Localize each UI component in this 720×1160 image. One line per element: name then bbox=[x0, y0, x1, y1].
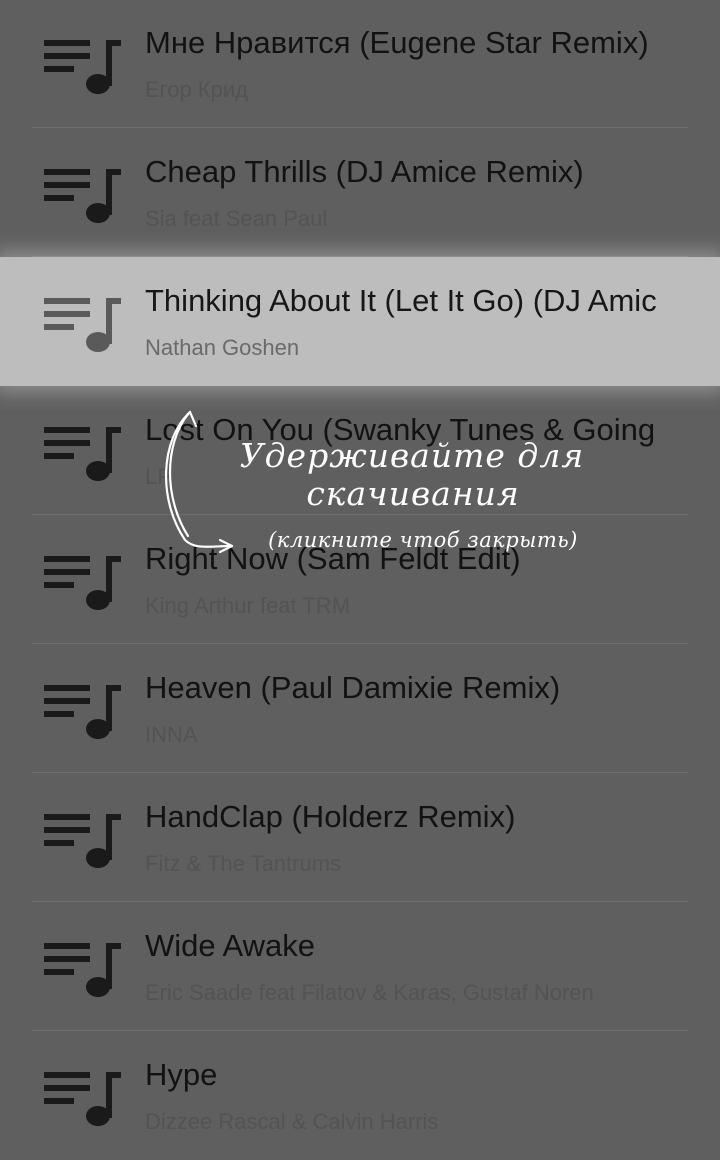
track-row-highlighted[interactable]: Thinking About It (Let It Go) (DJ Amice … bbox=[0, 257, 720, 386]
track-title: Мне Нравится (Eugene Star Remix) bbox=[145, 25, 649, 60]
playlist-music-icon bbox=[44, 1072, 121, 1126]
track-row[interactable]: Wide Awake Eric Saade feat Filatov & Kar… bbox=[0, 902, 720, 1031]
track-title: Wide Awake bbox=[145, 928, 316, 963]
track-artist: Eric Saade feat Filatov & Karas, Gustaf … bbox=[145, 980, 594, 1005]
track-artist: INNA bbox=[145, 722, 198, 747]
track-row[interactable]: Cheap Thrills (DJ Amice Remix) Sia feat … bbox=[0, 128, 720, 257]
track-artist: King Arthur feat TRM bbox=[145, 593, 351, 618]
track-row[interactable]: Мне Нравится (Eugene Star Remix) Егор Кр… bbox=[0, 0, 720, 128]
track-artist: Егор Крид bbox=[145, 77, 248, 102]
playlist-music-icon bbox=[44, 427, 121, 481]
playlist-music-icon bbox=[44, 298, 121, 352]
playlist-music-icon bbox=[44, 556, 121, 610]
track-artist: LP bbox=[145, 464, 172, 489]
track-artist: Sia feat Sean Paul bbox=[145, 206, 328, 231]
playlist-music-icon bbox=[44, 169, 121, 223]
track-title: Lost On You (Swanky Tunes & Going Deeper… bbox=[145, 412, 657, 447]
track-title: HandClap (Holderz Remix) bbox=[145, 799, 516, 834]
track-artist: Dizzee Rascal & Calvin Harris bbox=[145, 1109, 439, 1134]
playlist-music-icon bbox=[44, 943, 121, 997]
track-title: Cheap Thrills (DJ Amice Remix) bbox=[145, 154, 584, 189]
track-title: Right Now (Sam Feldt Edit) bbox=[145, 541, 521, 576]
playlist-music-icon bbox=[44, 40, 121, 94]
playlist-music-icon bbox=[44, 814, 121, 868]
playlist-music-icon bbox=[44, 685, 121, 739]
track-row[interactable]: HandClap (Holderz Remix) Fitz & The Tant… bbox=[0, 773, 720, 902]
track-row[interactable]: Hype Dizzee Rascal & Calvin Harris bbox=[0, 1031, 720, 1160]
track-title: Thinking About It (Let It Go) (DJ Amice … bbox=[145, 283, 657, 318]
track-list: Мне Нравится (Eugene Star Remix) Егор Кр… bbox=[0, 0, 720, 1160]
track-artist: Fitz & The Tantrums bbox=[145, 851, 342, 876]
track-row[interactable]: Right Now (Sam Feldt Edit) King Arthur f… bbox=[0, 515, 720, 644]
track-title: Heaven (Paul Damixie Remix) bbox=[145, 670, 561, 705]
track-row[interactable]: Heaven (Paul Damixie Remix) INNA bbox=[0, 644, 720, 773]
track-row[interactable]: Lost On You (Swanky Tunes & Going Deeper… bbox=[0, 386, 720, 515]
track-title: Hype bbox=[145, 1057, 218, 1092]
track-artist: Nathan Goshen bbox=[145, 335, 300, 360]
